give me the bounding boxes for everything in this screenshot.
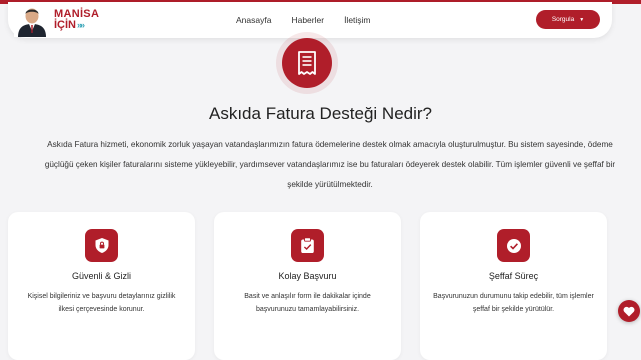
clipboard-icon [291,229,324,262]
receipt-icon [282,38,332,88]
feature-card-seffaf: Şeffaf Süreç Başvurunuzun durumunu takip… [420,212,607,360]
sorgula-label: Sorgula [551,16,575,23]
feature-card-title: Kolay Başvuru [278,271,337,281]
chevrons-icon: »» [77,20,85,30]
brand-logo[interactable]: MANİSA İÇİN »» [14,2,99,38]
floating-heart-button[interactable] [618,300,640,322]
shield-lock-icon [85,229,118,262]
check-circle-icon [497,229,530,262]
brand-line2: İÇİN [54,19,76,31]
feature-card-guvenli: Güvenli & Gizli Kişisel bilgileriniz ve … [8,212,195,360]
chevron-down-icon: ▼ [579,16,585,23]
feature-card-text: Kişisel bilgileriniz ve başvuru detaylar… [27,293,176,313]
feature-cards: Güvenli & Gizli Kişisel bilgileriniz ve … [8,212,608,360]
feature-card-text: Basit ve anlaşılır form ile dakikalar iç… [244,293,371,313]
navbar: MANİSA İÇİN »» Anasayfa Haberler İletişi… [8,2,612,38]
nav-link-iletisim[interactable]: İletişim [344,15,370,25]
feature-card-kolay: Kolay Başvuru Basit ve anlaşılır form il… [214,212,401,360]
brand-text: MANİSA İÇİN »» [54,9,99,31]
nav-link-haberler[interactable]: Haberler [291,15,324,25]
brand-line2-row: İÇİN »» [54,20,99,31]
heart-icon [623,306,635,316]
page-description: Askıda Fatura hizmeti, ekonomik zorluk y… [44,140,616,189]
feature-card-text: Başvurunuzun durumunu takip edebilir, tü… [433,293,594,313]
feature-card-title: Şeffaf Süreç [488,271,539,281]
nav-link-anasayfa[interactable]: Anasayfa [236,15,271,25]
main-nav: Anasayfa Haberler İletişim [236,2,371,38]
feature-card-title: Güvenli & Gizli [71,271,132,281]
avatar [14,3,50,37]
sorgula-dropdown-button[interactable]: Sorgula ▼ [536,10,600,29]
page-title: Askıda Fatura Desteği Nedir? [209,104,432,123]
